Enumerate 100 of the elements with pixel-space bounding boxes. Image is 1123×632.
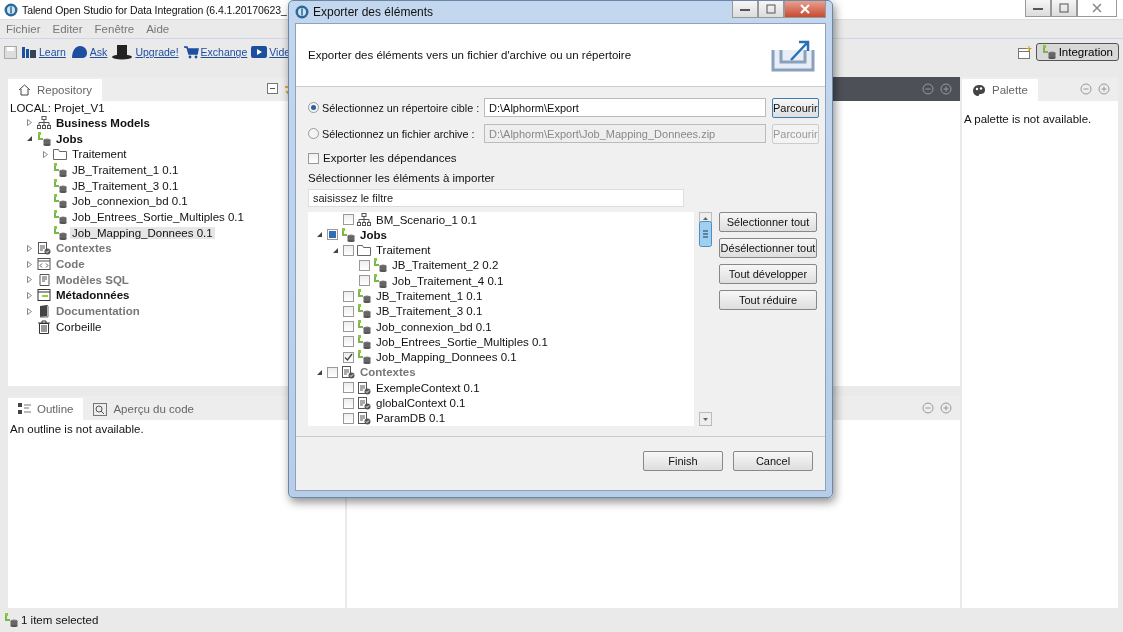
tree-item[interactable]: Traitement	[374, 244, 433, 257]
tree-item[interactable]: JB_Traitement_3 0.1	[70, 179, 181, 192]
maximize-icon[interactable]	[940, 402, 952, 414]
maximize-icon[interactable]	[940, 83, 952, 95]
tree-action-button[interactable]: Désélectionner tout	[719, 238, 817, 258]
minimize-icon[interactable]	[1080, 83, 1092, 95]
perspective-button[interactable]: Integration	[1035, 43, 1119, 61]
toolbar-link[interactable]: Upgrade!	[111, 44, 179, 60]
tree-item[interactable]: Job_Traitement_4 0.1	[390, 274, 506, 287]
panel-tab[interactable]: Aperçu du code	[83, 398, 204, 420]
add-window-icon[interactable]	[1017, 45, 1032, 59]
checkbox[interactable]	[343, 244, 354, 256]
save-icon[interactable]	[4, 45, 17, 59]
checkbox[interactable]	[327, 229, 338, 241]
tree-item[interactable]: Code	[54, 258, 87, 271]
panel-tab[interactable]: Outline	[8, 398, 84, 420]
tree-item[interactable]: Documentation	[54, 305, 142, 318]
close-button[interactable]	[784, 1, 826, 18]
tree-item[interactable]: Job_Mapping_Donnees 0.1	[374, 351, 519, 364]
checkbox[interactable]	[343, 321, 354, 333]
expanded-arrow-icon[interactable]	[331, 246, 339, 254]
minimize-icon[interactable]	[922, 83, 934, 95]
checkbox[interactable]	[343, 351, 354, 363]
tree-item[interactable]: Contextes	[54, 242, 114, 255]
tree-item[interactable]: Job_Entrees_Sortie_Multiples 0.1	[70, 210, 246, 223]
checkbox[interactable]	[359, 275, 370, 287]
tree-item[interactable]: JB_Traitement_3 0.1	[374, 305, 485, 318]
radio-option[interactable]: Sélectionnez un répertoire cible :	[308, 101, 480, 114]
menu-item[interactable]: Fenêtre	[94, 23, 135, 35]
checkbox[interactable]	[343, 214, 354, 226]
tree-item[interactable]: Modèles SQL	[54, 273, 131, 286]
checkbox[interactable]	[343, 382, 354, 394]
collapsed-arrow-icon[interactable]	[25, 307, 33, 315]
collapsed-arrow-icon[interactable]	[41, 150, 49, 158]
dialog-button[interactable]: Finish	[643, 451, 723, 471]
tree-item[interactable]: globalContext 0.1	[374, 397, 468, 409]
job-icon	[357, 319, 371, 334]
repository-tab[interactable]: Repository	[8, 79, 102, 101]
checkbox[interactable]	[308, 152, 319, 164]
tree-item[interactable]: JB_Traitement_1 0.1	[374, 290, 485, 303]
tree-item[interactable]: JB_Traitement_2 0.2	[390, 259, 501, 272]
checkbox[interactable]	[327, 366, 338, 378]
collapsed-arrow-icon[interactable]	[25, 119, 33, 127]
project-label: LOCAL: Projet_V1	[9, 101, 106, 115]
palette-tab[interactable]: Palette	[962, 79, 1038, 101]
tree-item[interactable]: JB_Traitement_1 0.1	[70, 163, 181, 176]
radio-icon[interactable]	[308, 102, 319, 113]
tree-item[interactable]: Métadonnées	[54, 289, 132, 302]
browse-button[interactable]: Parcourir	[772, 97, 819, 118]
minimize-icon[interactable]	[922, 402, 934, 414]
path-field[interactable]: D:\Alphorm\Export	[484, 98, 766, 117]
toolbar-link[interactable]: Ask	[69, 45, 108, 59]
tree-item[interactable]: Business Models	[54, 116, 152, 129]
outline-icon	[18, 403, 31, 415]
checkbox[interactable]	[343, 305, 354, 317]
collapsed-arrow-icon[interactable]	[25, 291, 33, 299]
scrollbar-thumb[interactable]	[699, 221, 712, 247]
tree-item[interactable]: Traitement	[70, 148, 129, 161]
filter-field[interactable]: saisissez le filtre	[308, 189, 684, 207]
tree-item[interactable]: Jobs	[358, 228, 389, 241]
close-button[interactable]	[1077, 0, 1117, 17]
tree-item[interactable]: Jobs	[54, 132, 85, 145]
collapsed-arrow-icon[interactable]	[25, 276, 33, 284]
checkbox[interactable]	[343, 336, 354, 348]
book-icon	[37, 304, 51, 319]
menu-item[interactable]: Editer	[52, 23, 83, 35]
minimize-button[interactable]	[1025, 0, 1051, 17]
toolbar-link[interactable]: Learn	[21, 45, 66, 59]
scroll-down-icon[interactable]	[699, 412, 712, 426]
collapsed-arrow-icon[interactable]	[25, 260, 33, 268]
tree-item[interactable]: Job_connexion_bd 0.1	[70, 195, 190, 208]
maximize-icon	[766, 4, 776, 14]
expanded-arrow-icon[interactable]	[315, 368, 323, 376]
checkbox[interactable]	[343, 412, 354, 424]
checkbox[interactable]	[343, 397, 354, 409]
tree-item[interactable]: BM_Scenario_1 0.1	[374, 213, 479, 226]
tree-item[interactable]: Contextes	[358, 366, 418, 379]
tree-item[interactable]: Job_connexion_bd 0.1	[374, 320, 494, 333]
menu-item[interactable]: Aide	[146, 23, 170, 35]
menu-item[interactable]: Fichier	[6, 23, 41, 35]
status-text: 1 item selected	[21, 614, 99, 626]
expanded-arrow-icon[interactable]	[315, 231, 323, 239]
dialog-button[interactable]: Cancel	[733, 451, 813, 471]
minimize-button[interactable]	[732, 1, 758, 18]
dependencies-checkbox[interactable]: Exporter les dépendances	[308, 149, 817, 167]
tree-item[interactable]: Corbeille	[54, 320, 104, 333]
collapse-icon[interactable]	[267, 82, 278, 94]
tree-item[interactable]: Job_Entrees_Sortie_Multiples 0.1	[374, 335, 550, 348]
checkbox[interactable]	[359, 260, 370, 271]
tree-action-button[interactable]: Sélectionner tout	[719, 212, 817, 232]
collapsed-arrow-icon[interactable]	[25, 244, 33, 252]
tree-item[interactable]: ExempleContext 0.1	[374, 381, 482, 394]
tree-item[interactable]: Job_Mapping_Donnees 0.1	[70, 226, 215, 239]
toolbar-link[interactable]: Exchange	[182, 45, 248, 59]
tree-item[interactable]: ParamDB 0.1	[374, 412, 448, 425]
expanded-arrow-icon[interactable]	[25, 135, 33, 143]
checkbox[interactable]	[343, 290, 354, 302]
tree-action-button[interactable]: Tout réduire	[719, 290, 817, 310]
maximize-icon[interactable]	[1098, 83, 1110, 95]
tree-action-button[interactable]: Tout développer	[719, 264, 817, 284]
